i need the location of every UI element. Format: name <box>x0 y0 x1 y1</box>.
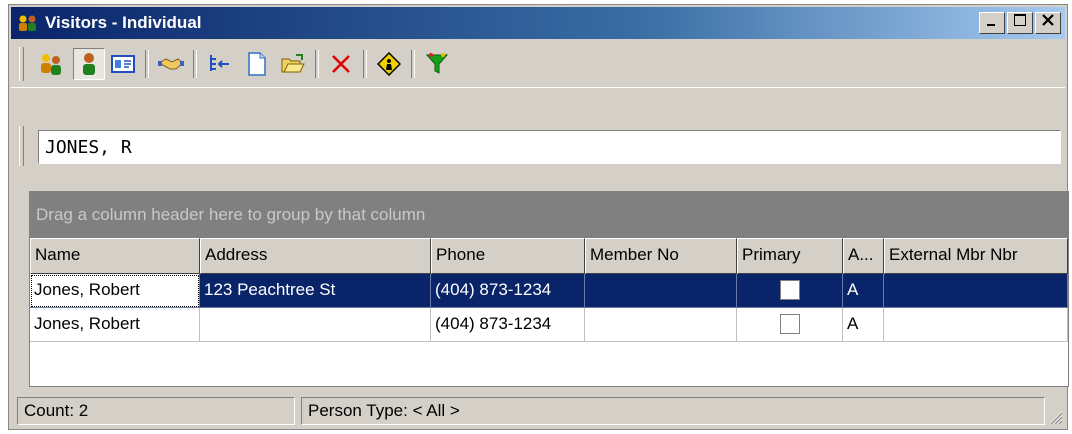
column-header-a[interactable]: A... <box>843 238 884 274</box>
cell-a[interactable]: A <box>843 274 884 308</box>
cell-member-no[interactable] <box>585 274 737 308</box>
toolbar-separator <box>193 50 197 78</box>
column-header-phone[interactable]: Phone <box>431 238 585 274</box>
cell-name[interactable]: Jones, Robert <box>30 274 200 308</box>
tree-icon <box>210 55 229 71</box>
cell-address[interactable]: 123 Peachtree St <box>200 274 431 308</box>
filter-button[interactable] <box>421 48 453 80</box>
filter-funnel-icon <box>425 53 449 74</box>
minimize-icon <box>987 24 995 26</box>
cell-address[interactable] <box>200 308 431 342</box>
visitors-grid: Drag a column header here to group by th… <box>29 191 1069 387</box>
delete-icon <box>332 55 350 73</box>
close-icon <box>1042 14 1054 26</box>
search-input[interactable] <box>38 130 1061 164</box>
cell-external-mbr-nbr[interactable] <box>884 308 1068 342</box>
column-header-member-no[interactable]: Member No <box>585 238 737 274</box>
maximize-button[interactable] <box>1007 12 1033 34</box>
delete-button[interactable] <box>325 48 357 80</box>
visitors-window: Visitors - Individual JONES, R Drag a co… <box>8 4 1069 430</box>
primary-checkbox[interactable] <box>779 280 800 300</box>
toolbar-separator <box>411 50 415 78</box>
close-button[interactable] <box>1035 12 1061 34</box>
cell-a[interactable]: A <box>843 308 884 342</box>
column-header-name[interactable]: Name <box>30 238 200 274</box>
column-header-external-mbr-nbr[interactable]: External Mbr Nbr <box>884 238 1068 274</box>
title-bar[interactable]: Visitors - Individual <box>11 7 1065 39</box>
column-header-address[interactable]: Address <box>200 238 431 274</box>
group-by-area[interactable]: Drag a column header here to group by th… <box>30 192 1068 238</box>
status-count: Count: 2 <box>17 397 295 425</box>
toolbar-separator <box>363 50 367 78</box>
grid-header: Name Address Phone Member No Primary A..… <box>30 238 1068 274</box>
people-icon <box>41 54 61 75</box>
toolbar-grip[interactable] <box>19 47 24 81</box>
table-row[interactable]: Jones, Robert (404) 873-1234 A <box>30 308 1068 342</box>
status-bar: Count: 2 Person Type: < All > <box>11 393 1065 427</box>
search-bar <box>11 88 1065 174</box>
maximize-icon <box>1014 14 1026 26</box>
handshake-icon <box>158 58 184 70</box>
warning-button[interactable] <box>373 48 405 80</box>
search-grip[interactable] <box>19 126 24 166</box>
handshake-button[interactable] <box>155 48 187 80</box>
individual-view-button[interactable] <box>73 48 105 80</box>
primary-checkbox[interactable] <box>779 314 800 334</box>
card-icon <box>111 55 135 73</box>
cell-primary[interactable] <box>737 274 843 308</box>
open-folder-icon <box>281 54 305 73</box>
toolbar-separator <box>315 50 319 78</box>
resize-grip-icon[interactable] <box>1045 407 1063 425</box>
tree-button[interactable] <box>203 48 235 80</box>
new-document-icon <box>248 52 266 76</box>
toolbar-separator <box>145 50 149 78</box>
minimize-button[interactable] <box>979 12 1005 34</box>
cell-primary[interactable] <box>737 308 843 342</box>
open-button[interactable] <box>277 48 309 80</box>
warning-sign-icon <box>377 52 401 76</box>
visitors-icon <box>17 14 39 32</box>
window-title: Visitors - Individual <box>45 13 202 32</box>
new-button[interactable] <box>241 48 273 80</box>
group-view-button[interactable] <box>35 48 67 80</box>
cell-phone[interactable]: (404) 873-1234 <box>431 308 585 342</box>
card-view-button[interactable] <box>107 48 139 80</box>
person-icon <box>83 53 95 75</box>
table-row[interactable]: Jones, Robert 123 Peachtree St (404) 873… <box>30 274 1068 308</box>
cell-name[interactable]: Jones, Robert <box>30 308 200 342</box>
status-person-type: Person Type: < All > <box>301 397 1045 425</box>
cell-external-mbr-nbr[interactable] <box>884 274 1068 308</box>
cell-member-no[interactable] <box>585 308 737 342</box>
cell-phone[interactable]: (404) 873-1234 <box>431 274 585 308</box>
column-header-primary[interactable]: Primary <box>737 238 843 274</box>
toolbar <box>11 41 1065 88</box>
